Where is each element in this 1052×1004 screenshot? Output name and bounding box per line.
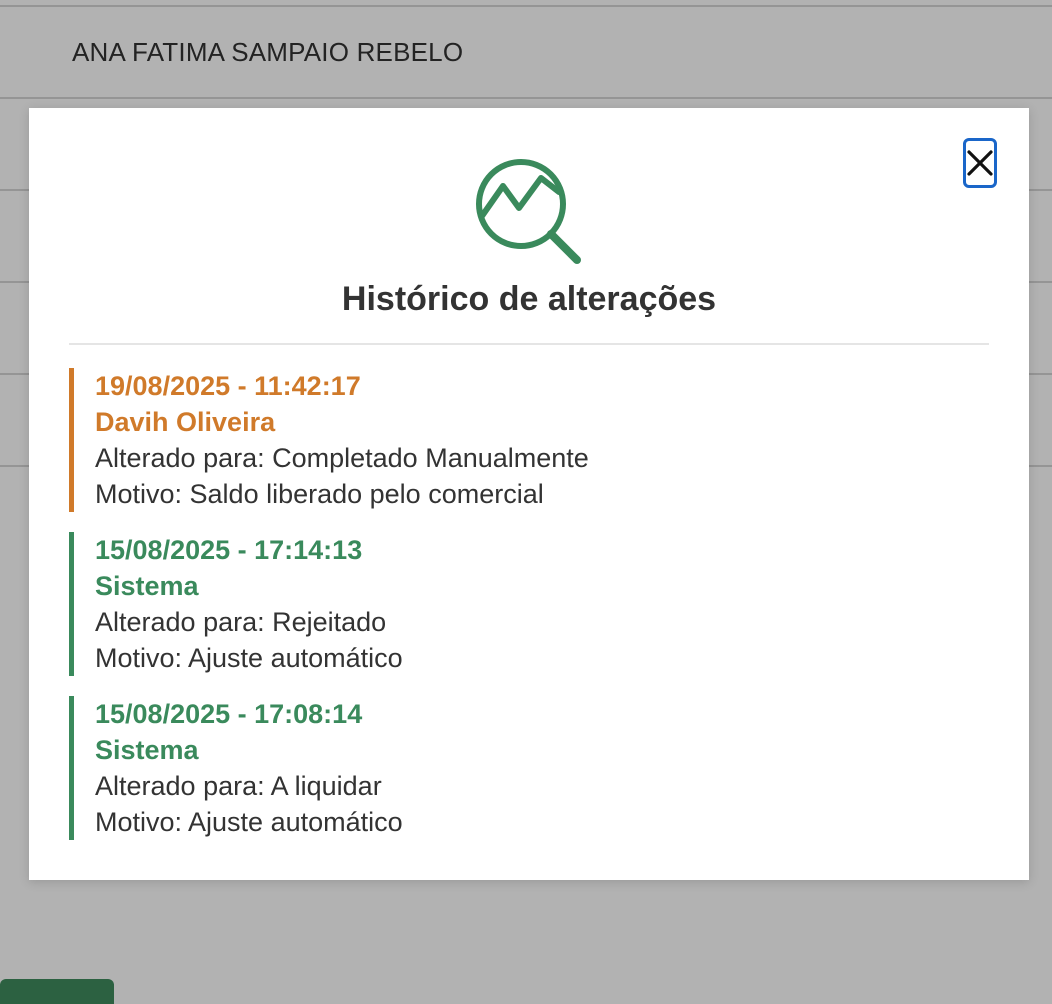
entry-reason: Motivo: Ajuste automático xyxy=(95,807,403,837)
history-list: 19/08/2025 - 11:42:17 Davih Oliveira Alt… xyxy=(69,368,989,860)
title-divider xyxy=(69,343,989,345)
entry-datetime: 19/08/2025 - 11:42:17 xyxy=(95,371,361,401)
close-icon xyxy=(967,150,993,176)
entry-reason: Motivo: Saldo liberado pelo comercial xyxy=(95,479,544,509)
entry-datetime: 15/08/2025 - 17:14:13 xyxy=(95,535,363,565)
close-button[interactable] xyxy=(963,138,997,188)
history-entry: 15/08/2025 - 17:08:14 Sistema Alterado p… xyxy=(69,696,989,840)
entry-author: Sistema xyxy=(95,571,199,601)
history-entry: 19/08/2025 - 11:42:17 Davih Oliveira Alt… xyxy=(69,368,989,512)
entry-reason: Motivo: Ajuste automático xyxy=(95,643,403,673)
entry-author: Sistema xyxy=(95,735,199,765)
entry-datetime: 15/08/2025 - 17:08:14 xyxy=(95,699,363,729)
chart-search-icon xyxy=(476,159,581,264)
history-entry: 15/08/2025 - 17:14:13 Sistema Alterado p… xyxy=(69,532,989,676)
entry-changed-to: Alterado para: Rejeitado xyxy=(95,607,387,637)
history-modal: Histórico de alterações 19/08/2025 - 11:… xyxy=(29,108,1029,880)
modal-title: Histórico de alterações xyxy=(341,280,717,318)
entry-changed-to: Alterado para: A liquidar xyxy=(95,771,382,801)
entry-author: Davih Oliveira xyxy=(95,407,276,437)
entry-changed-to: Alterado para: Completado Manualmente xyxy=(95,443,589,473)
